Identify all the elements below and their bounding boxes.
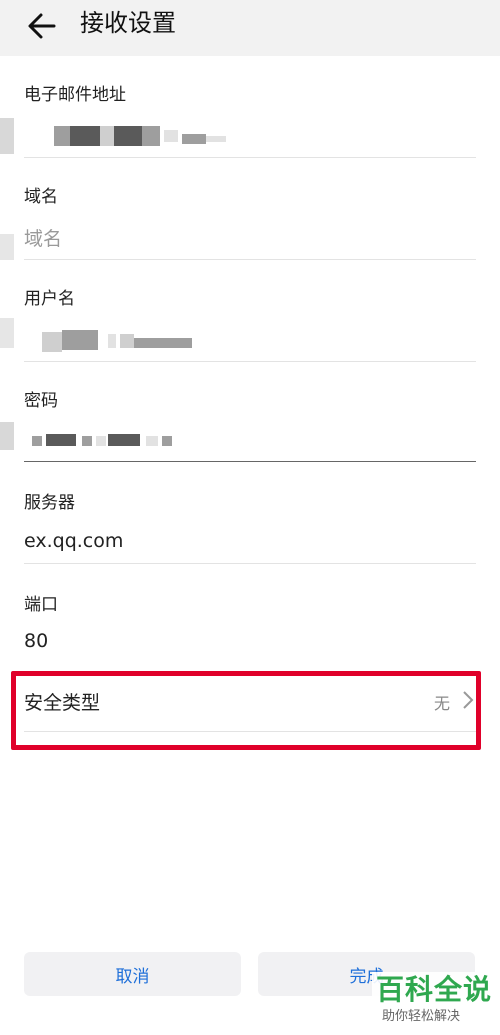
port-field[interactable]: 端口 80: [24, 582, 476, 662]
port-input[interactable]: 80: [24, 630, 48, 652]
email-label: 电子邮件地址: [24, 85, 126, 105]
port-label: 端口: [24, 595, 58, 615]
email-field[interactable]: 电子邮件地址: [24, 72, 476, 158]
domain-input[interactable]: 域名: [24, 224, 62, 251]
background-edge: [0, 318, 14, 348]
watermark-logo: 百科全说 助你轻松解决: [372, 972, 494, 1028]
cancel-button[interactable]: 取消: [24, 952, 241, 996]
watermark-subtitle: 助你轻松解决: [382, 1009, 461, 1024]
server-label: 服务器: [24, 493, 75, 513]
watermark-title: 百科全说: [376, 973, 493, 1006]
background-edge: [0, 234, 14, 260]
page-title: 接收设置: [80, 9, 176, 37]
security-type-value: 无: [433, 694, 450, 713]
domain-label: 域名: [24, 187, 58, 207]
domain-field[interactable]: 域名 域名: [24, 174, 476, 260]
server-field[interactable]: 服务器 ex.qq.com: [24, 480, 476, 564]
back-arrow-icon: [28, 13, 56, 39]
server-input[interactable]: ex.qq.com: [24, 530, 123, 552]
username-label: 用户名: [24, 289, 75, 309]
back-button[interactable]: [22, 8, 62, 44]
username-field[interactable]: 用户名: [24, 276, 476, 362]
chevron-right-icon: [463, 691, 474, 709]
security-type-label: 安全类型: [24, 692, 101, 714]
app-header: 接收设置: [0, 0, 500, 56]
security-type-row[interactable]: 安全类型 无: [24, 680, 476, 732]
password-label: 密码: [24, 391, 58, 411]
background-edge: [0, 422, 14, 450]
password-field[interactable]: 密码: [24, 378, 476, 462]
background-edge: [0, 118, 14, 154]
